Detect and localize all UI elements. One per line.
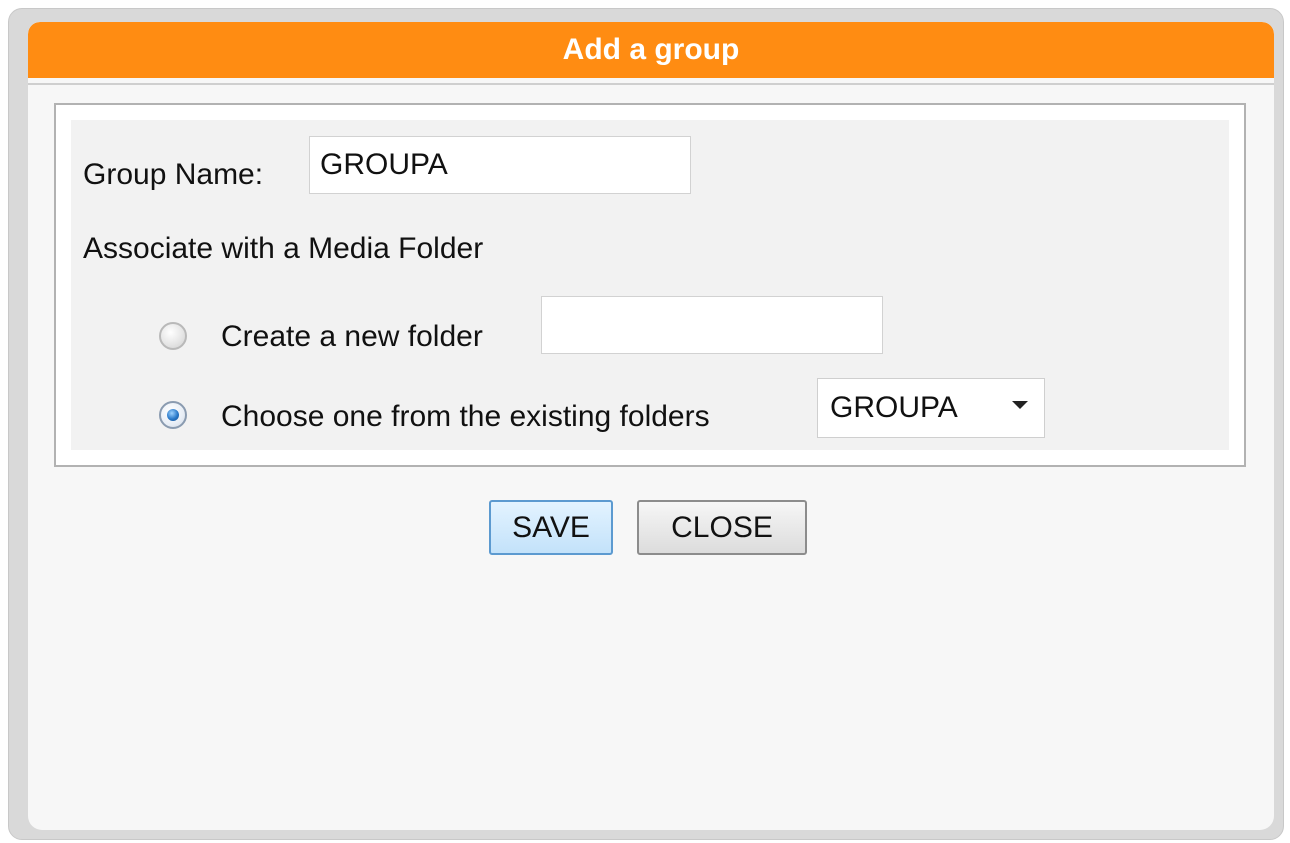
title-divider	[28, 83, 1274, 85]
existing-folder-selected-value: GROUPA	[830, 391, 958, 424]
existing-folder-select[interactable]: GROUPA	[817, 378, 1045, 438]
form-panel-body: Group Name: Associate with a Media Folde…	[71, 120, 1229, 450]
create-new-folder-label: Create a new folder	[221, 320, 483, 353]
choose-existing-folder-radio[interactable]	[159, 401, 187, 429]
close-button-label: CLOSE	[671, 510, 773, 544]
choose-existing-folder-label: Choose one from the existing folders	[221, 400, 710, 433]
new-folder-name-input[interactable]	[541, 296, 883, 354]
form-panel: Group Name: Associate with a Media Folde…	[54, 103, 1246, 467]
group-name-input[interactable]	[309, 136, 691, 194]
radio-selected-dot	[167, 409, 179, 421]
chevron-down-icon[interactable]	[1012, 401, 1028, 409]
dialog-title: Add a group	[562, 33, 740, 66]
add-group-dialog: Add a group Group Name: Associate with a…	[28, 22, 1274, 830]
close-button[interactable]: CLOSE	[637, 500, 807, 555]
dialog-title-bar: Add a group	[28, 22, 1274, 78]
associate-media-folder-label: Associate with a Media Folder	[83, 232, 484, 265]
group-name-label: Group Name:	[83, 158, 264, 191]
save-button-label: SAVE	[512, 510, 590, 544]
create-new-folder-radio[interactable]	[159, 322, 187, 350]
save-button[interactable]: SAVE	[489, 500, 613, 555]
